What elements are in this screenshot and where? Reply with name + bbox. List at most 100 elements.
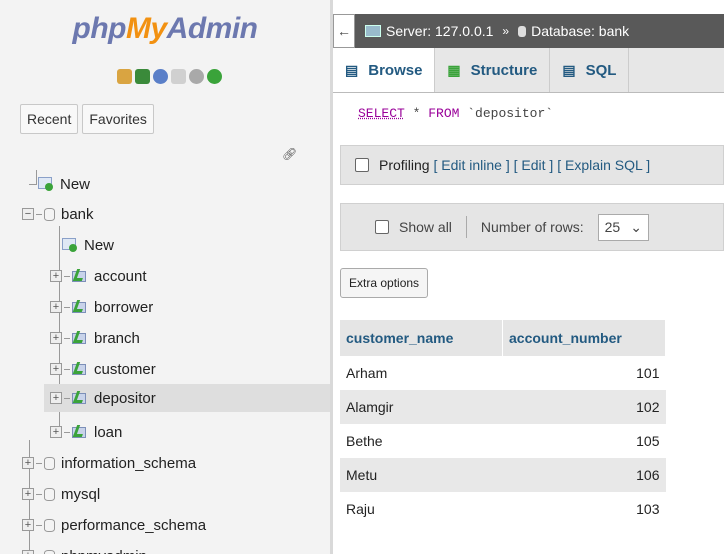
table-header-row: customer_name account_number [340, 320, 666, 356]
number-of-rows-select[interactable]: 25 ⌄ [597, 213, 649, 241]
help-icon[interactable] [153, 69, 168, 84]
extra-options-button[interactable]: Extra options [340, 268, 429, 298]
tree-db-bank[interactable]: − bank [22, 200, 94, 228]
logo-my: My [125, 12, 167, 45]
table-icon [72, 300, 88, 314]
docs-icon[interactable] [171, 69, 186, 84]
edit-link[interactable]: [ Edit ] [514, 157, 554, 173]
database-icon [44, 549, 55, 554]
sql-keyword-select[interactable]: SELECT [358, 106, 405, 121]
expand-icon[interactable]: + [22, 457, 34, 469]
sql-query-text: SELECT * FROM `depositor` [358, 106, 553, 121]
tree-table-customer[interactable]: + customer [50, 355, 156, 383]
nav-toolbar [117, 69, 222, 84]
breadcrumb-server[interactable]: Server: 127.0.0.1 [386, 23, 493, 39]
tree-table-depositor[interactable]: + depositor [44, 384, 330, 412]
profiling-label: Profiling [379, 157, 430, 173]
database-icon [44, 456, 55, 470]
table-row: Alamgir 102 [340, 390, 666, 424]
cell-customer-name: Raju [340, 492, 503, 526]
table-row: Raju 103 [340, 492, 666, 526]
explain-sql-link[interactable]: [ Explain SQL ] [557, 157, 650, 173]
chevron-down-icon: ⌄ [630, 218, 642, 235]
tree-db-label: information_schema [61, 454, 197, 472]
tree-table-label: depositor [94, 389, 156, 407]
cell-account-number: 101 [502, 356, 666, 390]
expand-icon[interactable]: + [50, 270, 62, 282]
show-all-checkbox[interactable] [375, 220, 389, 234]
tree-new-label: New [84, 236, 115, 254]
cell-account-number: 106 [502, 458, 666, 492]
results-table: customer_name account_number Arham 101 A… [340, 320, 666, 526]
tree-table-loan[interactable]: + loan [50, 418, 122, 446]
settings-gear-icon[interactable] [189, 69, 204, 84]
number-of-rows-label: Number of rows: [480, 219, 584, 235]
profiling-checkbox[interactable] [355, 158, 369, 172]
phpmyadmin-logo[interactable]: phpMyAdmin [0, 12, 330, 46]
cell-account-number: 103 [502, 492, 666, 526]
table-row: Metu 106 [340, 458, 666, 492]
collapse-nav-arrow-icon[interactable]: ← [333, 14, 355, 48]
tab-structure[interactable]: ▦ Structure [435, 48, 551, 92]
navigation-rows-bar: Show all Number of rows: 25 ⌄ [340, 203, 724, 251]
tree-table-label: borrower [94, 298, 154, 316]
tab-structure-label: Structure [470, 61, 538, 79]
tree-db-phpmyadmin[interactable]: + phpmyadmin [22, 542, 147, 554]
tree-table-branch[interactable]: + branch [50, 324, 140, 352]
table-row: Bethe 105 [340, 424, 666, 458]
tree-new-label: New [60, 175, 91, 193]
reload-icon[interactable] [207, 69, 222, 84]
column-header-account-number[interactable]: account_number [502, 320, 666, 356]
expand-icon[interactable]: + [22, 550, 34, 554]
expand-icon[interactable]: + [22, 488, 34, 500]
column-header-customer-name[interactable]: customer_name [340, 320, 503, 356]
tree-table-label: customer [94, 360, 156, 378]
sql-table-name: `depositor` [459, 106, 554, 121]
tree-db-performance-schema[interactable]: + performance_schema [22, 511, 206, 539]
rows-select-value: 25 [604, 219, 621, 235]
new-icon [62, 238, 78, 252]
tab-browse[interactable]: ▤ Browse [333, 48, 436, 92]
nav-tabs: Recent Favorites [20, 104, 154, 134]
table-row: Arham 101 [340, 356, 666, 390]
tree-table-borrower[interactable]: + borrower [50, 293, 153, 321]
database-icon [44, 518, 55, 532]
database-icon [44, 487, 55, 501]
expand-icon[interactable]: + [50, 392, 62, 404]
tree-db-information-schema[interactable]: + information_schema [22, 449, 196, 477]
expand-icon[interactable]: + [50, 301, 62, 313]
edit-inline-link[interactable]: [ Edit inline ] [433, 157, 509, 173]
favorites-tab[interactable]: Favorites [82, 104, 154, 134]
expand-icon[interactable]: + [50, 332, 62, 344]
tree-table-label: account [94, 267, 147, 285]
breadcrumb-database[interactable]: Database: bank [531, 23, 629, 39]
sql-icon: ▤ [562, 61, 576, 78]
tree-db-label: performance_schema [61, 516, 207, 534]
logo-admin: Admin [166, 12, 258, 45]
cell-account-number: 102 [502, 390, 666, 424]
tab-sql[interactable]: ▤ SQL [550, 48, 630, 92]
table-icon [72, 391, 88, 405]
logout-icon[interactable] [135, 69, 150, 84]
cell-customer-name: Bethe [340, 424, 503, 458]
tree-db-label: bank [61, 205, 94, 223]
tree-table-account[interactable]: + account [50, 262, 147, 290]
tree-bank-new-table[interactable]: New [62, 231, 114, 259]
collapse-icon[interactable]: − [22, 208, 34, 220]
expand-icon[interactable]: + [50, 426, 62, 438]
tree-db-label: mysql [61, 485, 101, 503]
sql-keyword-from: FROM [428, 106, 460, 121]
table-icon [72, 425, 88, 439]
tree-new-database[interactable]: New [38, 170, 90, 198]
database-icon [44, 207, 55, 221]
browse-icon: ▤ [345, 61, 359, 78]
home-icon[interactable] [117, 69, 132, 84]
link-with-main-panel-icon[interactable]: 🔗︎ [282, 147, 297, 161]
content-tabs: ▤ Browse ▦ Structure ▤ SQL [333, 48, 724, 93]
tree-db-mysql[interactable]: + mysql [22, 480, 100, 508]
expand-icon[interactable]: + [22, 519, 34, 531]
server-icon [365, 25, 381, 37]
recent-tab[interactable]: Recent [20, 104, 79, 134]
table-icon [72, 331, 88, 345]
expand-icon[interactable]: + [50, 363, 62, 375]
